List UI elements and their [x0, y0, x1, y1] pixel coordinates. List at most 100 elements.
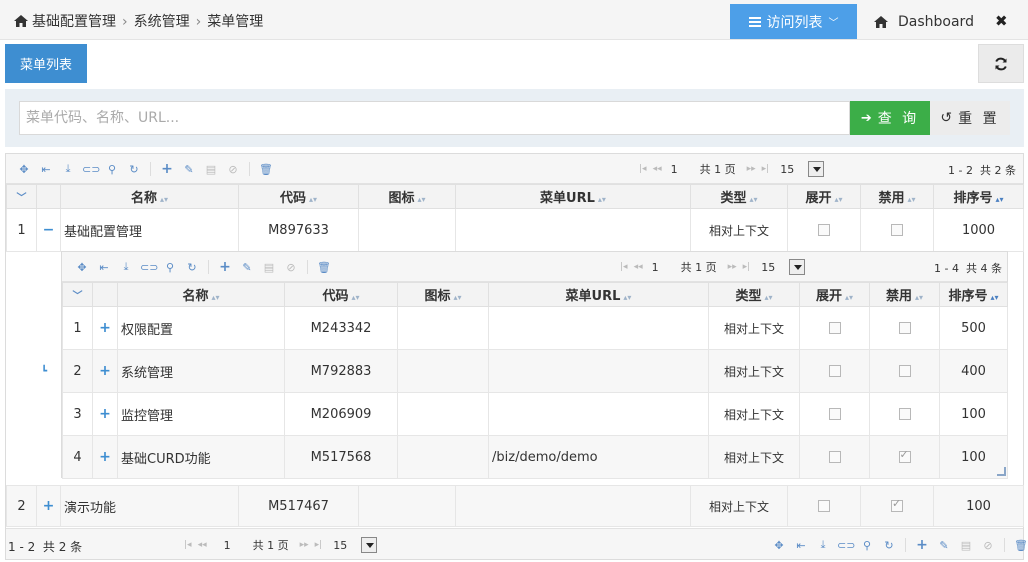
first-level-icon[interactable]: ⇤: [793, 539, 809, 552]
collapse-toggle[interactable]: −: [36, 208, 61, 252]
reset-button[interactable]: ↺ 重 置: [930, 101, 1010, 135]
last-page-icon[interactable]: ▸|: [762, 164, 770, 174]
row-disabled[interactable]: [869, 435, 940, 479]
download-icon[interactable]: ⤓: [60, 162, 76, 176]
link-icon[interactable]: ⊂⊃: [837, 539, 855, 552]
column-header-url[interactable]: 菜单URL ▴▾: [455, 184, 691, 209]
tab-menu-list[interactable]: 菜单列表: [5, 44, 87, 83]
search-icon[interactable]: ⚲: [104, 163, 120, 176]
expand-checkbox[interactable]: [828, 408, 841, 420]
first-level-icon[interactable]: ⇤: [96, 261, 112, 274]
row-disabled[interactable]: [869, 392, 940, 436]
search-input[interactable]: [19, 101, 850, 135]
next-page-icon[interactable]: ▸▸: [747, 164, 756, 174]
row-expand[interactable]: [799, 435, 870, 479]
page-size-select[interactable]: [808, 161, 825, 177]
page-size-select[interactable]: [361, 537, 378, 553]
prev-page-icon[interactable]: ◂◂: [634, 262, 643, 272]
disabled-checkbox[interactable]: [898, 365, 911, 377]
row-disabled[interactable]: [860, 208, 934, 252]
edit-icon[interactable]: ✎: [181, 163, 197, 176]
visit-list-button[interactable]: 访问列表 ﹀: [730, 4, 857, 39]
row-expand[interactable]: [787, 485, 861, 527]
expand-toggle[interactable]: +: [92, 392, 118, 436]
column-header-type[interactable]: 类型 ▴▾: [690, 184, 788, 209]
resize-handle[interactable]: [997, 467, 1006, 476]
column-header-name[interactable]: 名称 ▴▾: [117, 282, 285, 307]
reload-icon[interactable]: ↻: [881, 539, 897, 552]
expand-checkbox[interactable]: [828, 365, 841, 377]
add-icon[interactable]: +: [159, 161, 175, 177]
download-icon[interactable]: ⤓: [815, 538, 831, 552]
column-header-icon[interactable]: 图标 ▴▾: [397, 282, 489, 307]
prev-page-icon[interactable]: ◂◂: [653, 164, 662, 174]
column-header-disabled[interactable]: 禁用 ▴▾: [860, 184, 934, 209]
breadcrumb-level2[interactable]: 系统管理: [134, 14, 190, 30]
table-row[interactable]: 1 + 权限配置 M243342 相对上下文 500: [62, 306, 1008, 350]
column-header-type[interactable]: 类型 ▴▾: [708, 282, 800, 307]
breadcrumb-root[interactable]: 基础配置管理: [32, 14, 116, 30]
last-page-icon[interactable]: ▸|: [743, 262, 751, 272]
next-page-icon[interactable]: ▸▸: [728, 262, 737, 272]
trash-icon[interactable]: 🗑: [258, 163, 274, 176]
column-header-order[interactable]: 排序号 ▴▾: [933, 184, 1024, 209]
row-expand[interactable]: [799, 392, 870, 436]
row-expand[interactable]: [799, 349, 870, 393]
disabled-checkbox[interactable]: [898, 408, 911, 420]
expand-all-header[interactable]: ﹀: [62, 282, 93, 307]
column-header-expand[interactable]: 展开 ▴▾: [787, 184, 861, 209]
expand-checkbox[interactable]: [818, 500, 830, 512]
refresh-button[interactable]: [978, 44, 1024, 83]
expand-toggle[interactable]: +: [92, 306, 118, 350]
page-number[interactable]: 1: [652, 261, 659, 274]
move-icon[interactable]: ✥: [771, 539, 787, 552]
disabled-checkbox[interactable]: [898, 448, 911, 463]
search-icon[interactable]: ⚲: [162, 261, 178, 274]
page-number[interactable]: 1: [224, 539, 231, 552]
row-disabled[interactable]: [869, 349, 940, 393]
close-icon[interactable]: ✖: [995, 12, 1008, 30]
download-icon[interactable]: ⤓: [118, 260, 134, 274]
disabled-checkbox[interactable]: [891, 497, 903, 512]
reload-icon[interactable]: ↻: [126, 163, 142, 176]
column-header-url[interactable]: 菜单URL ▴▾: [488, 282, 709, 307]
expand-toggle[interactable]: +: [36, 485, 61, 527]
column-header-disabled[interactable]: 禁用 ▴▾: [869, 282, 940, 307]
move-icon[interactable]: ✥: [16, 163, 32, 176]
column-header-code[interactable]: 代码 ▴▾: [238, 184, 359, 209]
add-icon[interactable]: +: [217, 259, 233, 275]
column-header-name[interactable]: 名称 ▴▾: [60, 184, 239, 209]
first-page-icon[interactable]: |◂: [620, 262, 628, 272]
edit-icon[interactable]: ✎: [239, 261, 255, 274]
row-expand[interactable]: [799, 306, 870, 350]
table-row[interactable]: 2 + 系统管理 M792883 相对上下文 400: [62, 349, 1008, 393]
last-page-icon[interactable]: ▸|: [315, 540, 323, 550]
next-page-icon[interactable]: ▸▸: [300, 540, 309, 550]
reload-icon[interactable]: ↻: [184, 261, 200, 274]
table-row[interactable]: 2 + 演示功能 M517467 相对上下文 100: [6, 485, 1024, 527]
first-page-icon[interactable]: |◂: [639, 164, 647, 174]
expand-checkbox[interactable]: [828, 451, 841, 463]
first-level-icon[interactable]: ⇤: [38, 163, 54, 176]
page-size-select[interactable]: [789, 259, 806, 275]
row-expand[interactable]: [787, 208, 861, 252]
table-row[interactable]: 1 − 基础配置管理 M897633 相对上下文 1000: [6, 208, 1024, 252]
add-icon[interactable]: +: [914, 537, 930, 553]
first-page-icon[interactable]: |◂: [184, 540, 192, 550]
row-disabled[interactable]: [860, 485, 934, 527]
query-button[interactable]: ➔ 查 询: [850, 101, 930, 135]
edit-icon[interactable]: ✎: [936, 539, 952, 552]
search-icon[interactable]: ⚲: [859, 539, 875, 552]
table-row[interactable]: 3 + 监控管理 M206909 相对上下文 100: [62, 392, 1008, 436]
row-disabled[interactable]: [869, 306, 940, 350]
expand-all-header[interactable]: ﹀: [6, 184, 37, 209]
column-header-code[interactable]: 代码 ▴▾: [284, 282, 398, 307]
expand-checkbox[interactable]: [818, 224, 830, 236]
disabled-checkbox[interactable]: [891, 224, 903, 236]
disabled-checkbox[interactable]: [898, 322, 911, 334]
column-header-order[interactable]: 排序号 ▴▾: [939, 282, 1008, 307]
trash-icon[interactable]: 🗑: [1013, 539, 1028, 552]
trash-icon[interactable]: 🗑: [316, 261, 332, 274]
column-header-expand[interactable]: 展开 ▴▾: [799, 282, 870, 307]
link-icon[interactable]: ⊂⊃: [82, 163, 100, 176]
